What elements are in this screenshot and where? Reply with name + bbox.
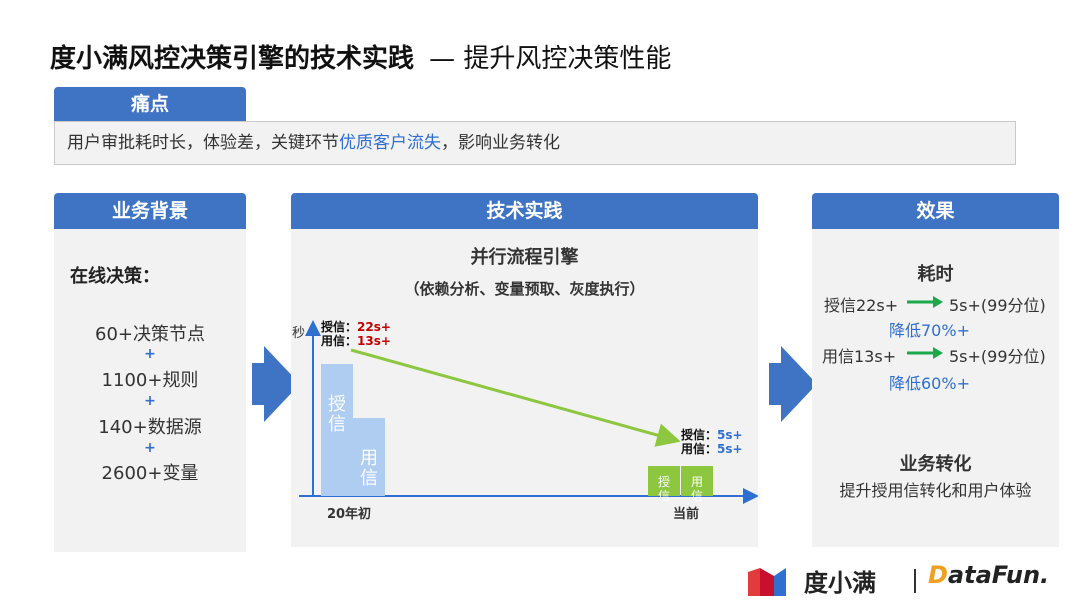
bar-label: 授 (328, 394, 346, 415)
effect-line1-to: 5s+(99分位) (949, 296, 1046, 315)
plus-icon: + (144, 346, 156, 362)
stat-variables: 2600+变量 (101, 463, 199, 484)
pain-text-before: 用户审批耗时长，体验差，关键环节 (67, 133, 339, 153)
data-label: 授信：22s+ (321, 319, 391, 334)
pain-text-highlight: 优质客户流失 (339, 133, 441, 153)
x-tick-label: 当前 (673, 506, 699, 522)
pain-tab: 痛点 (54, 87, 246, 121)
arrow-right-icon (907, 347, 943, 359)
datafun-logo: DataFun. (928, 561, 1049, 589)
effect-tab: 效果 (812, 193, 1059, 229)
plus-icon: + (144, 440, 156, 456)
effect-biz-heading: 业务转化 (899, 454, 972, 475)
effect-time-heading: 耗时 (917, 264, 954, 285)
effect-line2-reduction: 降低60%+ (889, 374, 970, 393)
stat-decision-nodes: 60+决策节点 (95, 324, 205, 345)
effect-line1-reduction: 降低70%+ (889, 321, 970, 340)
pain-text-after: ，影响业务转化 (441, 133, 560, 153)
page-title: 度小满风控决策引擎的技术实践 — 提升风控决策性能 (50, 38, 671, 75)
bar-label: 用 (360, 448, 378, 469)
data-label: 授信：5s+ (681, 427, 743, 442)
x-tick-group: 20年初 当前 (327, 506, 699, 522)
effect-biz-text: 提升授用信转化和用户体验 (839, 481, 1032, 500)
practice-tab: 技术实践 (291, 193, 758, 229)
brand-name: 度小满 (804, 569, 876, 597)
bar-label: 用 (691, 475, 703, 489)
data-label: 用信：5s+ (680, 441, 743, 456)
latency-chart: 秒 授信用信 授信用信 授信：22s+用信：13s+授信：5s+用信：5s+ 20… (292, 319, 758, 522)
bar-label: 授 (658, 474, 670, 489)
trend-arrow (350, 348, 681, 447)
arrow-right-icon (907, 296, 943, 308)
bar-label: 信 (360, 468, 378, 489)
y-axis-label: 秒 (292, 326, 305, 341)
bar-label: 信 (328, 414, 346, 435)
bar-label: 信 (691, 489, 703, 503)
duxiaoman-logo-icon (748, 568, 786, 596)
effect-line2-to: 5s+(99分位) (949, 347, 1046, 366)
effect-line2-from: 用信13s+ (822, 347, 897, 366)
pain-text: 用户审批耗时长，体验差，关键环节优质客户流失，影响业务转化 (54, 121, 1016, 165)
background-tab: 业务背景 (54, 193, 246, 229)
bar-label: 信 (658, 489, 670, 503)
effect-line1-from: 授信22s+ (824, 296, 899, 315)
title-sub: — 提升风控决策性能 (429, 44, 672, 74)
datafun-logo-rest: ataFun. (947, 561, 1050, 589)
practice-subheading: （依赖分析、变量预取、灰度执行） (404, 280, 645, 298)
data-label: 用信：13s+ (320, 333, 391, 348)
stat-rules: 1100+规则 (101, 370, 199, 391)
x-tick-label: 20年初 (327, 506, 371, 522)
practice-heading: 并行流程引擎 (470, 247, 579, 268)
plus-icon: + (144, 393, 156, 409)
background-heading: 在线决策： (70, 266, 160, 287)
datafun-logo-d: D (928, 561, 948, 589)
stat-data-sources: 140+数据源 (98, 417, 202, 438)
logo-divider (914, 569, 916, 593)
title-main: 度小满风控决策引擎的技术实践 (50, 44, 415, 74)
